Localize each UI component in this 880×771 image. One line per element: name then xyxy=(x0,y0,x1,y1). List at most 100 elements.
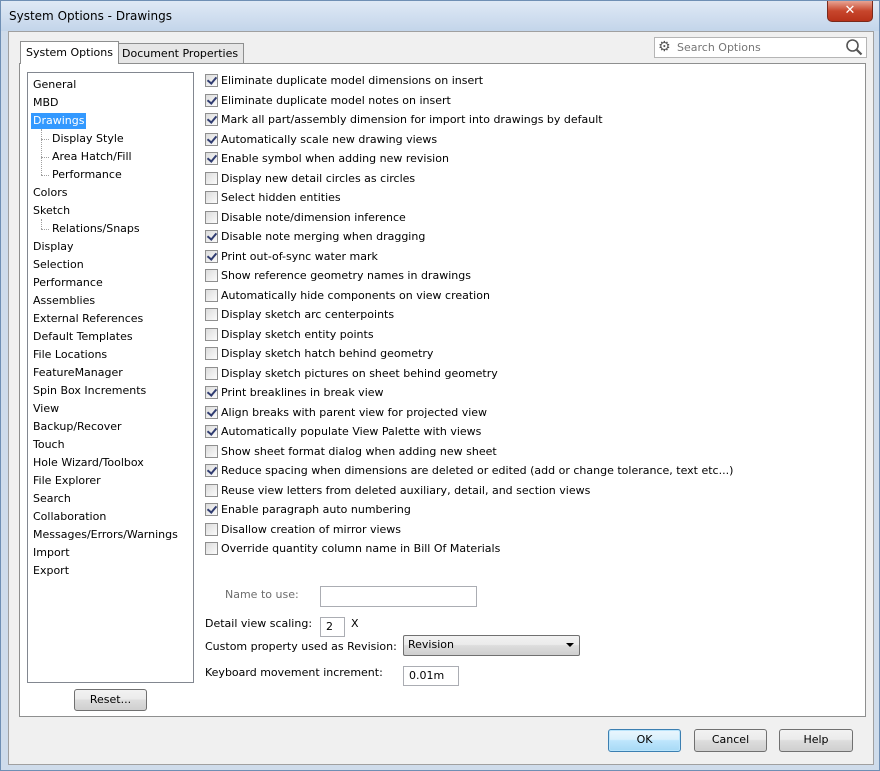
option-checkbox[interactable] xyxy=(205,308,218,321)
option-label: Print out-of-sync water mark xyxy=(221,250,378,263)
ok-button[interactable]: OK xyxy=(608,729,681,752)
option-label: Select hidden entities xyxy=(221,191,341,204)
help-button-label: Help xyxy=(803,733,829,746)
tree-item[interactable]: Selection xyxy=(33,257,84,273)
tree-item[interactable]: Search xyxy=(33,491,71,507)
tree-item[interactable]: View xyxy=(33,401,59,417)
tree-item[interactable]: Performance xyxy=(52,167,122,183)
tree-item[interactable]: Drawings xyxy=(31,113,87,129)
tree-item[interactable]: File Explorer xyxy=(33,473,101,489)
tree-item[interactable]: Assemblies xyxy=(33,293,95,309)
chevron-down-icon xyxy=(566,643,574,647)
option-checkbox[interactable] xyxy=(205,94,218,107)
tab-label: System Options xyxy=(26,46,113,59)
gear-icon[interactable]: ⚙ xyxy=(658,39,671,56)
option-checkbox[interactable] xyxy=(205,328,218,341)
title-bar[interactable]: System Options - Drawings ✕ xyxy=(1,1,879,31)
detail-view-scaling-unit: X xyxy=(351,617,359,630)
system-options-panel: General MBD Drawings Display Style Area Hatc… xyxy=(19,63,866,717)
custom-property-value: Revision xyxy=(408,638,454,651)
option-label: Override quantity column name in Bill Of… xyxy=(221,542,501,555)
option-checkbox[interactable] xyxy=(205,269,218,282)
option-checkbox[interactable] xyxy=(205,445,218,458)
tree-item[interactable]: Hole Wizard/Toolbox xyxy=(33,455,144,471)
option-label: Display sketch pictures on sheet behind … xyxy=(221,367,498,380)
option-label: Print breaklines in break view xyxy=(221,386,384,399)
option-checkbox[interactable] xyxy=(205,152,218,165)
reset-button[interactable]: Reset... xyxy=(74,689,147,711)
option-checkbox[interactable] xyxy=(205,367,218,380)
option-checkbox[interactable] xyxy=(205,191,218,204)
tree-item[interactable]: Display xyxy=(33,239,74,255)
option-checkbox[interactable] xyxy=(205,425,218,438)
tree-item[interactable]: Default Templates xyxy=(33,329,133,345)
dialog-client: System Options Document Properties ⚙ Gen… xyxy=(8,31,874,765)
tree-item[interactable]: Import xyxy=(33,545,70,561)
option-label: Disallow creation of mirror views xyxy=(221,523,402,536)
option-checkbox[interactable] xyxy=(205,250,218,263)
tree-item[interactable]: Collaboration xyxy=(33,509,106,525)
tree-item[interactable]: MBD xyxy=(33,95,59,111)
close-button[interactable]: ✕ xyxy=(827,1,873,22)
tree-item[interactable]: Backup/Recover xyxy=(33,419,122,435)
option-label: Automatically scale new drawing views xyxy=(221,133,438,146)
option-label: Mark all part/assembly dimension for imp… xyxy=(221,113,603,126)
name-to-use-label: Name to use: xyxy=(225,588,299,601)
tab-document-properties[interactable]: Document Properties xyxy=(116,43,245,63)
tree-item[interactable]: Spin Box Increments xyxy=(33,383,146,399)
tree-item[interactable]: General xyxy=(33,77,76,93)
tree-item[interactable]: FeatureManager xyxy=(33,365,123,381)
tree-item[interactable]: Area Hatch/Fill xyxy=(52,149,132,165)
tree-item[interactable]: Messages/Errors/Warnings xyxy=(33,527,178,543)
detail-view-scaling-input[interactable]: 2 xyxy=(320,617,345,637)
option-checkbox[interactable] xyxy=(205,464,218,477)
keyboard-increment-input[interactable]: 0.01m xyxy=(403,666,459,686)
tab-label: Document Properties xyxy=(122,47,239,60)
tree-item[interactable]: Colors xyxy=(33,185,67,201)
search-input[interactable] xyxy=(677,40,837,55)
options-tree[interactable]: General MBD Drawings Display Style Area Hatc… xyxy=(27,72,194,683)
ok-button-label: OK xyxy=(636,733,653,746)
cancel-button[interactable]: Cancel xyxy=(694,729,767,752)
tree-item[interactable]: Relations/Snaps xyxy=(52,221,140,237)
option-checkbox[interactable] xyxy=(205,406,218,419)
cancel-button-label: Cancel xyxy=(711,733,750,746)
tree-connector xyxy=(41,157,49,158)
option-checkbox[interactable] xyxy=(205,230,218,243)
tree-item[interactable]: Performance xyxy=(33,275,103,291)
option-checkbox[interactable] xyxy=(205,503,218,516)
tree-item[interactable]: Touch xyxy=(33,437,65,453)
option-checkbox[interactable] xyxy=(205,484,218,497)
magnifier-icon[interactable] xyxy=(845,38,863,57)
option-label: Display sketch entity points xyxy=(221,328,374,341)
option-label: Align breaks with parent view for projec… xyxy=(221,406,488,419)
option-checkbox[interactable] xyxy=(205,172,218,185)
option-label: Enable paragraph auto numbering xyxy=(221,503,411,516)
detail-view-scaling-label: Detail view scaling: xyxy=(205,617,313,630)
option-checkbox[interactable] xyxy=(205,542,218,555)
option-checkbox[interactable] xyxy=(205,386,218,399)
custom-property-dropdown[interactable]: Revision xyxy=(403,635,580,656)
option-checkbox[interactable] xyxy=(205,523,218,536)
option-checkbox[interactable] xyxy=(205,133,218,146)
tree-item[interactable]: File Locations xyxy=(33,347,107,363)
option-label: Automatically populate View Palette with… xyxy=(221,425,482,438)
tree-item[interactable]: Export xyxy=(33,563,69,579)
option-checkbox[interactable] xyxy=(205,289,218,302)
tree-item[interactable]: External References xyxy=(33,311,143,327)
window-title: System Options - Drawings xyxy=(9,9,172,23)
tree-item[interactable]: Sketch xyxy=(33,203,70,219)
option-checkbox[interactable] xyxy=(205,347,218,360)
tab-system-options[interactable]: System Options xyxy=(20,41,119,64)
option-label: Display sketch hatch behind geometry xyxy=(221,347,434,360)
dialog-window: System Options - Drawings ✕ System Optio… xyxy=(0,0,880,771)
option-checkbox[interactable] xyxy=(205,74,218,87)
tree-item[interactable]: Display Style xyxy=(52,131,124,147)
name-to-use-input[interactable] xyxy=(320,586,477,607)
option-checkbox[interactable] xyxy=(205,113,218,126)
option-checkbox[interactable] xyxy=(205,211,218,224)
help-button[interactable]: Help xyxy=(779,729,853,752)
search-box[interactable]: ⚙ xyxy=(654,37,867,58)
option-label: Reuse view letters from deleted auxiliar… xyxy=(221,484,591,497)
tree-connector xyxy=(41,139,49,140)
